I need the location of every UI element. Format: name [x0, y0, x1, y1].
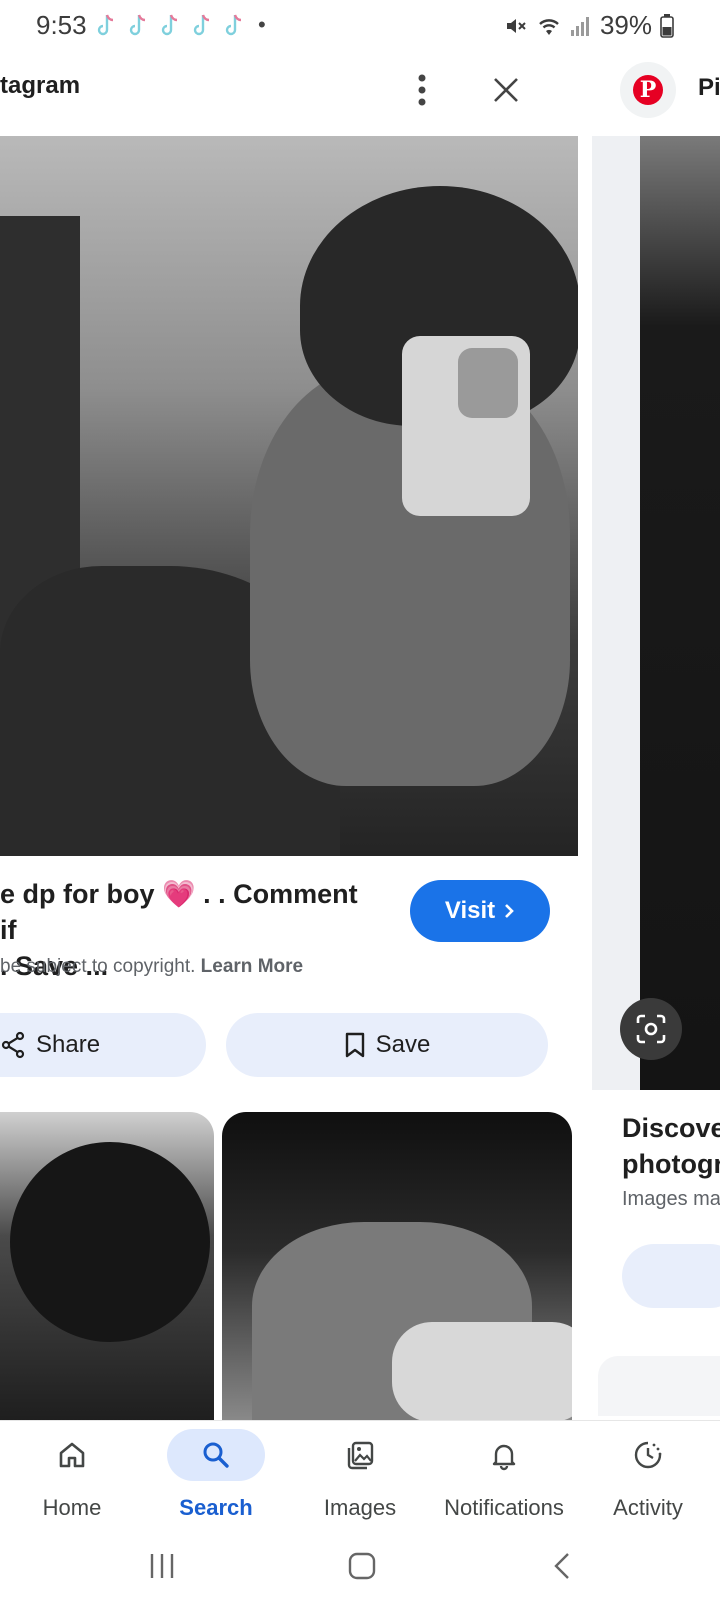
related-image-2[interactable] — [222, 1112, 572, 1422]
side-source-title: Pi — [698, 74, 720, 101]
nav-home-label: Home — [42, 1495, 102, 1520]
visit-button[interactable]: Visit — [410, 880, 550, 942]
share-icon — [1, 1031, 25, 1059]
side-card[interactable] — [598, 1356, 720, 1416]
mute-icon — [506, 18, 526, 33]
nav-notifications-label: Notifications — [444, 1495, 564, 1520]
activity-icon — [634, 1441, 662, 1469]
thumb-1-subject — [10, 1142, 210, 1342]
images-icon — [347, 1441, 374, 1470]
more-options-button[interactable] — [408, 70, 436, 110]
wifi-icon — [539, 18, 559, 35]
nav-home-icon-wrap — [23, 1429, 121, 1481]
pinterest-source-badge[interactable]: P — [620, 62, 676, 118]
related-image-1[interactable] — [0, 1112, 214, 1422]
copyright-notice: be subject to copyright. Learn More — [0, 956, 303, 978]
nav-activity[interactable]: Activity — [576, 1421, 720, 1531]
tiktok-icon — [97, 14, 114, 36]
close-icon — [494, 78, 518, 102]
pinterest-icon: P — [633, 75, 663, 105]
nav-images-icon-wrap — [311, 1429, 409, 1481]
tiktok-icon — [161, 14, 178, 36]
back-button[interactable] — [542, 1548, 582, 1584]
side-result-title[interactable]: Discover photogra — [622, 1110, 720, 1182]
side-result-subtitle: Images ma — [622, 1188, 720, 1210]
side-action-button[interactable] — [622, 1244, 720, 1308]
nav-search[interactable]: Search — [144, 1421, 288, 1531]
back-chevron-icon — [554, 1553, 569, 1579]
main-result-image[interactable] — [0, 136, 578, 856]
status-time: 9:53 — [36, 10, 87, 40]
search-icon — [203, 1442, 229, 1468]
nav-search-label: Search — [179, 1495, 253, 1520]
share-label: Share — [36, 1031, 101, 1058]
nav-home[interactable]: Home — [0, 1421, 144, 1531]
share-button[interactable]: Share — [0, 1013, 206, 1077]
notification-icons — [94, 12, 246, 40]
signal-icon — [570, 16, 589, 36]
home-system-button[interactable] — [342, 1548, 382, 1584]
chevron-right-icon — [505, 904, 514, 918]
learn-more-link[interactable]: Learn More — [201, 956, 303, 977]
save-label: Save — [375, 1031, 431, 1058]
status-dot: • — [258, 12, 266, 37]
next-result-image[interactable] — [640, 136, 720, 1090]
bell-icon — [492, 1444, 516, 1471]
nav-activity-label: Activity — [613, 1495, 683, 1520]
close-button[interactable] — [486, 70, 526, 110]
recents-icon — [150, 1554, 174, 1578]
nav-images-label: Images — [323, 1495, 397, 1520]
nav-search-icon-wrap — [167, 1429, 265, 1481]
more-vert-icon — [418, 74, 426, 106]
battery-icon — [660, 13, 674, 38]
home-square-icon — [348, 1552, 376, 1580]
battery-percent: 39% — [599, 10, 652, 40]
source-title: tagram — [0, 72, 81, 99]
nav-notifications[interactable]: Notifications — [432, 1421, 576, 1531]
lens-button[interactable] — [620, 998, 682, 1060]
save-button[interactable]: Save — [226, 1013, 548, 1077]
home-icon — [59, 1442, 85, 1468]
status-right: 39% — [504, 10, 674, 41]
recents-button[interactable] — [142, 1548, 182, 1584]
nav-images[interactable]: Images — [288, 1421, 432, 1531]
nav-activity-icon-wrap — [599, 1429, 697, 1481]
system-navigation — [0, 1530, 720, 1600]
lens-camera-icon — [636, 1014, 666, 1044]
nav-notifications-icon-wrap — [455, 1429, 553, 1481]
copyright-text: be subject to copyright. — [0, 956, 201, 977]
bookmark-icon — [345, 1032, 364, 1058]
thumb-2-arm — [392, 1322, 572, 1422]
bottom-navigation: Home Search Images Notifications Activit… — [0, 1420, 720, 1530]
status-bar: 9:53 • 39% — [0, 0, 720, 56]
visit-label: Visit — [444, 897, 496, 924]
tiktok-icon — [193, 14, 210, 36]
image-phone-camera — [458, 348, 518, 418]
tiktok-icon — [129, 14, 146, 36]
tiktok-icon — [225, 14, 242, 36]
